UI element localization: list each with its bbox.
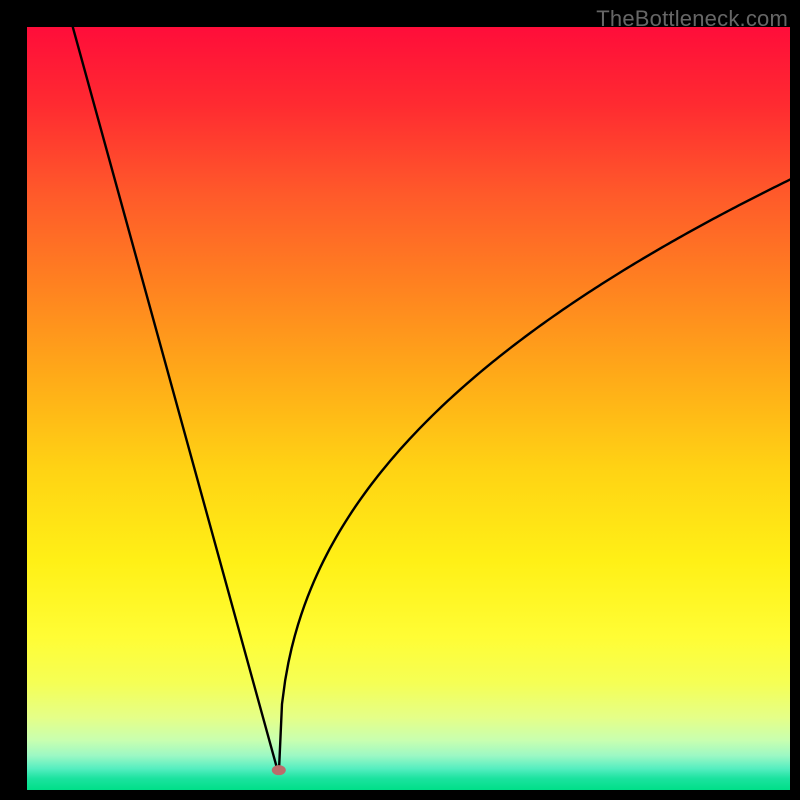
bottleneck-chart: TheBottleneck.com [0, 0, 800, 800]
plot-area [27, 27, 790, 790]
watermark-text: TheBottleneck.com [596, 6, 788, 32]
minimum-marker [272, 765, 286, 775]
chart-svg [0, 0, 800, 800]
